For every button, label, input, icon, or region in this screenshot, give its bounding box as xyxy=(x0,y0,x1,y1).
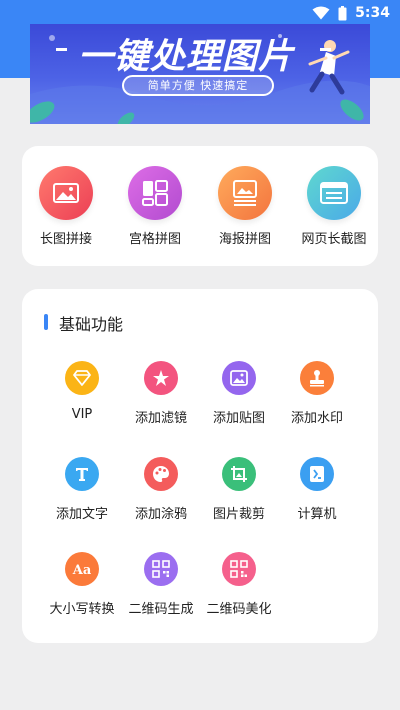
tool-webpage-screenshot[interactable]: 网页长截图 xyxy=(294,166,374,247)
tool-label: 宫格拼图 xyxy=(128,232,181,247)
func-label: 添加水印 xyxy=(290,411,343,426)
func-label: 计算机 xyxy=(297,507,337,522)
func-label: 添加贴图 xyxy=(212,411,265,426)
banner-dash-right xyxy=(320,48,331,51)
qrcode-beautify-icon xyxy=(222,552,256,586)
banner-dash-left xyxy=(56,48,67,51)
func-qrcode-beautify[interactable]: 二维码美化 xyxy=(196,552,282,617)
banner-title: 一键处理图片 xyxy=(78,37,295,77)
func-add-sticker[interactable]: 添加贴图 xyxy=(196,361,282,426)
func-label: 图片裁剪 xyxy=(212,507,265,522)
func-case-convert[interactable]: Aa 大小写转换 xyxy=(39,552,125,617)
func-qrcode-generate[interactable]: 二维码生成 xyxy=(118,552,204,617)
crop-icon xyxy=(222,457,256,491)
tool-label: 长图拼接 xyxy=(39,232,92,247)
case-convert-icon: Aa xyxy=(65,552,99,586)
func-add-watermark[interactable]: 添加水印 xyxy=(274,361,360,426)
webpage-icon xyxy=(307,166,361,220)
func-add-text[interactable]: 添加文字 xyxy=(39,457,125,522)
func-vip[interactable]: VIP xyxy=(39,361,125,422)
func-image-crop[interactable]: 图片裁剪 xyxy=(196,457,282,522)
func-calculator[interactable]: 计算机 xyxy=(274,457,360,522)
calculator-icon xyxy=(300,457,334,491)
func-label: 添加滤镜 xyxy=(134,411,187,426)
palette-icon xyxy=(144,457,178,491)
poster-icon xyxy=(218,166,272,220)
tool-poster-collage[interactable]: 海报拼图 xyxy=(205,166,285,247)
func-label: VIP xyxy=(71,407,93,422)
vip-diamond-icon xyxy=(65,361,99,395)
section-title: 基础功能 xyxy=(59,315,124,334)
func-label: 二维码生成 xyxy=(128,602,194,617)
tool-grid-collage[interactable]: 宫格拼图 xyxy=(115,166,195,247)
tool-label: 网页长截图 xyxy=(301,232,367,247)
status-indicators: 5:34 xyxy=(312,2,390,24)
sticker-icon xyxy=(222,361,256,395)
func-add-doodle[interactable]: 添加涂鸦 xyxy=(118,457,204,522)
tool-long-image-stitch[interactable]: 长图拼接 xyxy=(26,166,106,247)
func-label: 大小写转换 xyxy=(49,602,115,617)
func-label: 二维码美化 xyxy=(206,602,272,617)
battery-icon xyxy=(338,5,347,21)
func-label: 添加文字 xyxy=(55,507,108,522)
image-icon xyxy=(39,166,93,220)
section-accent-bar xyxy=(44,314,48,330)
text-icon xyxy=(65,457,99,491)
basic-functions-card: 基础功能 VIP 添加滤镜 添加贴图 添加水印 添加文字 添加涂鸦 图片裁剪 计… xyxy=(22,289,378,643)
promo-banner[interactable]: 一键处理图片 简单方便 快速搞定 xyxy=(30,24,370,124)
qrcode-icon xyxy=(144,552,178,586)
func-label: 添加涂鸦 xyxy=(134,507,187,522)
banner-subtitle: 简单方便 快速搞定 xyxy=(122,75,274,96)
wifi-icon xyxy=(312,6,330,20)
top-tools-card: 长图拼接 宫格拼图 海报拼图 网页长截图 xyxy=(22,146,378,266)
svg-text:Aa: Aa xyxy=(72,563,92,577)
grid-icon xyxy=(128,166,182,220)
filter-icon xyxy=(144,361,178,395)
func-add-filter[interactable]: 添加滤镜 xyxy=(118,361,204,426)
stamp-icon xyxy=(300,361,334,395)
tool-label: 海报拼图 xyxy=(218,232,271,247)
status-time: 5:34 xyxy=(355,5,390,21)
